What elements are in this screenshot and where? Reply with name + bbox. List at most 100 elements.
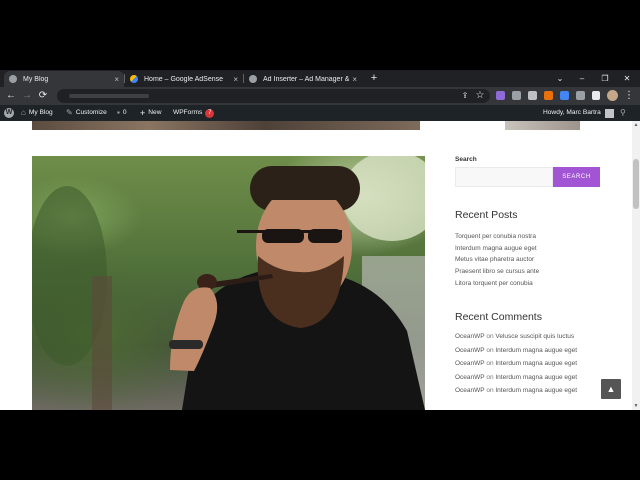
recent-comments-list: OceanWP on Velusce suscipit quis luctus … bbox=[455, 330, 615, 398]
tab-close-icon[interactable]: × bbox=[114, 75, 119, 84]
recent-comment: OceanWP on Interdum magna augue eget bbox=[455, 357, 615, 371]
recent-post-link[interactable]: Litora torquent per conubia bbox=[455, 278, 615, 290]
extension-icon[interactable] bbox=[528, 91, 537, 100]
address-bar[interactable] bbox=[57, 89, 490, 103]
address-text-blurred bbox=[69, 94, 149, 98]
puzzle-extensions-icon[interactable] bbox=[576, 91, 585, 100]
bearded-man-photo bbox=[32, 156, 425, 410]
previous-post-image[interactable] bbox=[32, 121, 420, 130]
recent-posts-list: Torquent per conubia nostra Interdum mag… bbox=[455, 231, 615, 289]
search-button[interactable]: SEARCH bbox=[553, 167, 600, 187]
share-icon[interactable]: ⇪ bbox=[458, 89, 472, 103]
tab-title: Home – Google AdSense bbox=[144, 75, 223, 83]
wpforms-label: WPForms bbox=[173, 109, 203, 116]
scroll-down-arrow-icon[interactable]: ▼ bbox=[632, 402, 640, 410]
recent-post-link[interactable]: Praesent libro se cursus ante bbox=[455, 266, 615, 278]
home-icon: ⌂ bbox=[21, 108, 26, 117]
close-window-button[interactable]: ✕ bbox=[620, 71, 634, 86]
brush-icon: ✎ bbox=[66, 108, 73, 117]
comment-author[interactable]: OceanWP bbox=[455, 360, 485, 367]
howdy-greeting: Howdy, Marc Bartra bbox=[543, 109, 601, 116]
wp-logo-button[interactable]: W bbox=[4, 105, 14, 121]
recent-comment: OceanWP on Velusce suscipit quis luctus bbox=[455, 330, 615, 344]
browser-tab-strip: My Blog × Home – Google AdSense × Ad Ins… bbox=[0, 70, 640, 87]
wordpress-favicon-icon bbox=[249, 75, 257, 83]
user-avatar bbox=[604, 108, 614, 118]
screen: My Blog × Home – Google AdSense × Ad Ins… bbox=[0, 70, 640, 410]
bookmark-star-icon[interactable]: ☆ bbox=[473, 89, 487, 103]
adsense-favicon-icon bbox=[130, 75, 138, 83]
scroll-to-top-button[interactable]: ▲ bbox=[601, 379, 621, 399]
tab-title: My Blog bbox=[23, 75, 49, 83]
search-widget-label: Search bbox=[455, 156, 477, 163]
plus-icon: + bbox=[140, 108, 146, 118]
recent-post-link[interactable]: Interdum magna augue eget bbox=[455, 243, 615, 255]
sidebar-panel-icon[interactable] bbox=[592, 91, 600, 100]
recent-comment: OceanWP on Interdum magna augue eget bbox=[455, 344, 615, 358]
browser-menu-icon[interactable]: ⋮ bbox=[622, 89, 636, 103]
extension-icon[interactable] bbox=[560, 91, 569, 100]
reload-button[interactable]: ⟳ bbox=[36, 89, 50, 103]
search-input[interactable] bbox=[455, 167, 553, 187]
new-tab-button[interactable]: + bbox=[368, 71, 380, 86]
recent-post-link[interactable]: Metus vitae pharetra auctor bbox=[455, 254, 615, 266]
comment-post-link[interactable]: Interdum magna augue eget bbox=[495, 347, 577, 354]
extension-icon[interactable] bbox=[496, 91, 505, 100]
page-content: Search SEARCH Recent Posts Torquent per … bbox=[0, 121, 632, 410]
recent-comment: OceanWP on Interdum magna augue eget bbox=[455, 384, 615, 398]
my-account-link[interactable]: Howdy, Marc Bartra bbox=[543, 105, 614, 121]
tab-close-icon[interactable]: × bbox=[233, 75, 238, 84]
recent-comment: OceanWP on Interdum magna augue eget bbox=[455, 371, 615, 385]
comment-author[interactable]: OceanWP bbox=[455, 374, 485, 381]
comment-author[interactable]: OceanWP bbox=[455, 347, 485, 354]
comment-post-link[interactable]: Interdum magna augue eget bbox=[495, 360, 577, 367]
featured-image[interactable] bbox=[32, 156, 425, 410]
comment-post-link[interactable]: Velusce suscipit quis luctus bbox=[495, 333, 574, 340]
admin-search-icon[interactable]: ⚲ bbox=[620, 105, 626, 121]
tab-my-blog[interactable]: My Blog × bbox=[4, 71, 124, 87]
tab-ad-inserter[interactable]: Ad Inserter – Ad Manager & Ad × bbox=[244, 71, 362, 87]
comment-on: on bbox=[486, 333, 494, 340]
browser-toolbar: ← → ⟳ ⇪ ☆ ⋮ bbox=[0, 87, 640, 105]
tab-search-button[interactable]: ⌄ bbox=[553, 71, 567, 86]
tab-google-adsense[interactable]: Home – Google AdSense × bbox=[125, 71, 243, 87]
wordpress-favicon-icon bbox=[9, 75, 17, 83]
page-scrollbar[interactable]: ▲ ▼ bbox=[632, 121, 640, 410]
forward-button[interactable]: → bbox=[20, 89, 34, 103]
recent-comments-heading: Recent Comments bbox=[455, 311, 542, 323]
comment-on: on bbox=[486, 373, 494, 381]
comment-bubble-icon: ▪ bbox=[117, 108, 120, 117]
comments-link[interactable]: ▪ 0 bbox=[117, 105, 127, 121]
wordpress-logo-icon: W bbox=[4, 108, 14, 118]
comments-count: 0 bbox=[122, 109, 127, 116]
back-button[interactable]: ← bbox=[4, 89, 18, 103]
recent-post-link[interactable]: Torquent per conubia nostra bbox=[455, 231, 615, 243]
comment-post-link[interactable]: Interdum magna augue eget bbox=[495, 387, 577, 394]
comment-on: on bbox=[486, 387, 494, 394]
restore-button[interactable]: ❐ bbox=[598, 71, 612, 86]
scrollbar-thumb[interactable] bbox=[633, 159, 639, 209]
scroll-up-arrow-icon[interactable]: ▲ bbox=[632, 121, 640, 129]
comment-author[interactable]: OceanWP bbox=[455, 387, 485, 394]
customize-link[interactable]: ✎ Customize bbox=[66, 105, 107, 121]
new-content-link[interactable]: + New bbox=[140, 105, 161, 121]
profile-avatar[interactable] bbox=[607, 90, 618, 101]
wp-admin-bar: W ⌂ My Blog ✎ Customize ▪ 0 + New WPForm… bbox=[0, 105, 640, 121]
comment-post-link[interactable]: Interdum magna augue eget bbox=[495, 374, 577, 381]
tab-close-icon[interactable]: × bbox=[352, 75, 357, 84]
comment-on: on bbox=[486, 360, 494, 367]
tab-title: Ad Inserter – Ad Manager & Ad bbox=[263, 75, 350, 83]
extension-icon[interactable] bbox=[512, 91, 521, 100]
wpforms-count-badge: 7 bbox=[205, 108, 215, 118]
extension-icon[interactable] bbox=[544, 91, 553, 100]
minimize-button[interactable]: – bbox=[575, 71, 589, 86]
recent-posts-heading: Recent Posts bbox=[455, 209, 518, 221]
comment-on: on bbox=[486, 346, 494, 354]
customize-label: Customize bbox=[75, 109, 107, 116]
previous-post-image[interactable] bbox=[505, 121, 580, 130]
new-label: New bbox=[148, 109, 162, 116]
wpforms-link[interactable]: WPForms 7 bbox=[173, 105, 215, 121]
site-name: My Blog bbox=[28, 109, 53, 116]
site-name-link[interactable]: ⌂ My Blog bbox=[21, 105, 53, 121]
comment-author[interactable]: OceanWP bbox=[455, 333, 485, 340]
